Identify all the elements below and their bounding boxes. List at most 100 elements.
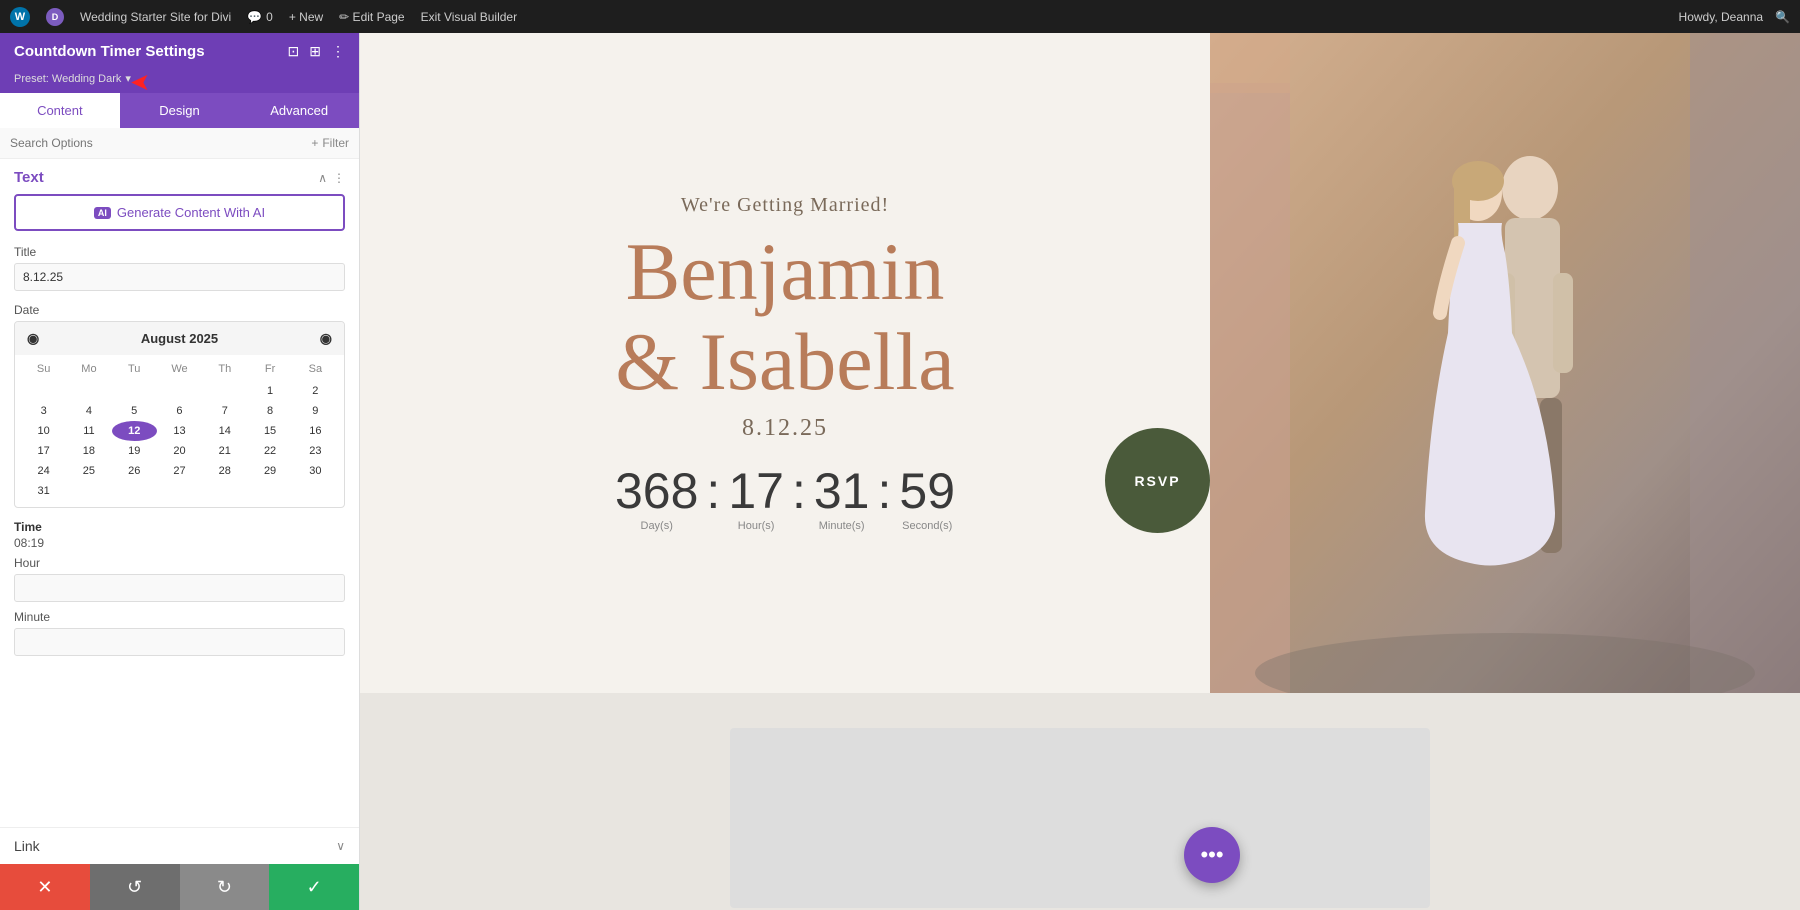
cal-day[interactable]: 27 xyxy=(157,461,202,481)
undo-button[interactable]: ↺ xyxy=(90,864,180,910)
cal-day[interactable]: 1 xyxy=(247,381,292,401)
panel-icon-grid[interactable]: ⊞ xyxy=(309,43,321,60)
time-label: Time xyxy=(14,520,345,534)
cal-day[interactable]: 23 xyxy=(293,441,338,461)
cal-day[interactable]: 4 xyxy=(66,401,111,421)
countdown-hours: 17 Hour(s) xyxy=(728,466,784,532)
cal-day[interactable]: 6 xyxy=(157,401,202,421)
countdown-hours-label: Hour(s) xyxy=(738,520,775,532)
cal-days: 1234567891011121314151617181920212223242… xyxy=(21,381,338,501)
tab-advanced[interactable]: Advanced xyxy=(239,93,359,128)
cal-day[interactable]: 21 xyxy=(202,441,247,461)
text-section-header: Text ∧ ⋮ xyxy=(14,169,345,186)
cal-day[interactable]: 31 xyxy=(21,481,66,501)
wordpress-icon[interactable]: W xyxy=(10,7,30,27)
cal-day[interactable]: 17 xyxy=(21,441,66,461)
panel-icon-copy[interactable]: ⊡ xyxy=(288,43,300,60)
cal-day[interactable]: 26 xyxy=(112,461,157,481)
countdown-sep-2: : xyxy=(784,466,814,516)
exit-builder-link[interactable]: Exit Visual Builder xyxy=(421,10,518,24)
rsvp-button[interactable]: RSVP xyxy=(1105,428,1210,533)
hour-input[interactable] xyxy=(14,574,345,602)
search-input[interactable] xyxy=(10,136,311,150)
section-more-icon[interactable]: ⋮ xyxy=(333,171,345,185)
link-label: Link xyxy=(14,838,40,854)
tab-content[interactable]: Content xyxy=(0,93,120,128)
preset-row: Preset: Wedding Dark ▾ ➤ xyxy=(0,70,359,93)
day-we: We xyxy=(157,361,202,377)
cal-day xyxy=(202,381,247,401)
cal-day[interactable]: 16 xyxy=(293,421,338,441)
cal-day[interactable]: 13 xyxy=(157,421,202,441)
cal-day[interactable]: 20 xyxy=(157,441,202,461)
filter-button[interactable]: + Filter xyxy=(311,136,349,150)
title-label: Title xyxy=(14,245,345,259)
site-name-link[interactable]: Wedding Starter Site for Divi xyxy=(80,10,231,24)
cancel-button[interactable]: ✕ xyxy=(0,864,90,910)
cal-day[interactable]: 8 xyxy=(247,401,292,421)
preset-label: Preset: Wedding Dark xyxy=(14,73,121,85)
cal-day[interactable]: 18 xyxy=(66,441,111,461)
red-arrow: ➤ xyxy=(130,68,150,97)
fab-button[interactable]: ••• xyxy=(1184,827,1240,883)
cal-day[interactable]: 10 xyxy=(21,421,66,441)
cal-day[interactable]: 30 xyxy=(293,461,338,481)
countdown-days: 368 Day(s) xyxy=(615,466,698,532)
cal-day[interactable]: 19 xyxy=(112,441,157,461)
search-bar: + Filter xyxy=(0,128,359,159)
divi-logo: D xyxy=(52,12,59,22)
cal-day[interactable]: 3 xyxy=(21,401,66,421)
cal-day[interactable]: 25 xyxy=(66,461,111,481)
redo-icon: ↻ xyxy=(217,877,232,898)
cal-day[interactable]: 2 xyxy=(293,381,338,401)
minute-input[interactable] xyxy=(14,628,345,656)
cal-day[interactable]: 9 xyxy=(293,401,338,421)
title-input[interactable] xyxy=(14,263,345,291)
preset-chevron: ▾ xyxy=(125,72,131,85)
tab-design[interactable]: Design xyxy=(120,93,240,128)
cal-day[interactable]: 29 xyxy=(247,461,292,481)
cal-day[interactable]: 7 xyxy=(202,401,247,421)
cal-day xyxy=(293,481,338,501)
ai-badge: AI xyxy=(94,207,111,219)
edit-page-link[interactable]: ✏ Edit Page xyxy=(339,10,404,24)
fab-icon: ••• xyxy=(1200,842,1223,868)
cal-day[interactable]: 14 xyxy=(202,421,247,441)
divi-icon[interactable]: D xyxy=(46,8,64,26)
cal-day[interactable]: 11 xyxy=(66,421,111,441)
calendar: ◉ August 2025 ◉ Su Mo Tu We Th Fr Sa xyxy=(14,321,345,508)
panel-tabs: Content Design Advanced xyxy=(0,93,359,128)
cal-day xyxy=(112,381,157,401)
ai-generate-button[interactable]: AI Generate Content With AI xyxy=(14,194,345,231)
date-label: Date xyxy=(14,303,345,317)
link-chevron-icon: ∨ xyxy=(336,839,345,853)
cal-prev-btn[interactable]: ◉ xyxy=(27,330,39,347)
cal-day[interactable]: 5 xyxy=(112,401,157,421)
save-button[interactable]: ✓ xyxy=(269,864,359,910)
day-mo: Mo xyxy=(66,361,111,377)
wedding-names: Benjamin & Isabella xyxy=(615,227,954,407)
cal-day[interactable]: 24 xyxy=(21,461,66,481)
panel-icon-more[interactable]: ⋮ xyxy=(331,43,345,60)
cal-day[interactable]: 22 xyxy=(247,441,292,461)
countdown-row: 368 Day(s) : 17 Hour(s) : 31 Minute(s) : xyxy=(615,466,955,532)
redo-button[interactable]: ↻ xyxy=(180,864,270,910)
time-section: Time 08:19 Hour Minute xyxy=(14,520,345,656)
main-layout: Countdown Timer Settings ⊡ ⊞ ⋮ Preset: W… xyxy=(0,33,1800,910)
cal-day[interactable]: 12 xyxy=(112,421,157,441)
comments-link[interactable]: 💬 0 xyxy=(247,10,273,24)
countdown-minutes-num: 31 xyxy=(814,466,870,516)
section-collapse-icon[interactable]: ∧ xyxy=(318,171,327,185)
day-sa: Sa xyxy=(293,361,338,377)
admin-search-icon[interactable]: 🔍 xyxy=(1775,10,1790,24)
cal-day[interactable]: 28 xyxy=(202,461,247,481)
link-section[interactable]: Link ∨ xyxy=(0,827,359,864)
countdown-seconds-label: Second(s) xyxy=(902,520,952,532)
date-field-group: Date ◉ August 2025 ◉ Su Mo Tu We xyxy=(14,303,345,508)
wedding-content: We're Getting Married! Benjamin & Isabel… xyxy=(360,33,1210,693)
cal-day[interactable]: 15 xyxy=(247,421,292,441)
preview-area: We're Getting Married! Benjamin & Isabel… xyxy=(360,33,1800,910)
cal-next-btn[interactable]: ◉ xyxy=(320,330,332,347)
new-link[interactable]: + New xyxy=(289,10,323,24)
cal-month-label: August 2025 xyxy=(141,331,218,346)
